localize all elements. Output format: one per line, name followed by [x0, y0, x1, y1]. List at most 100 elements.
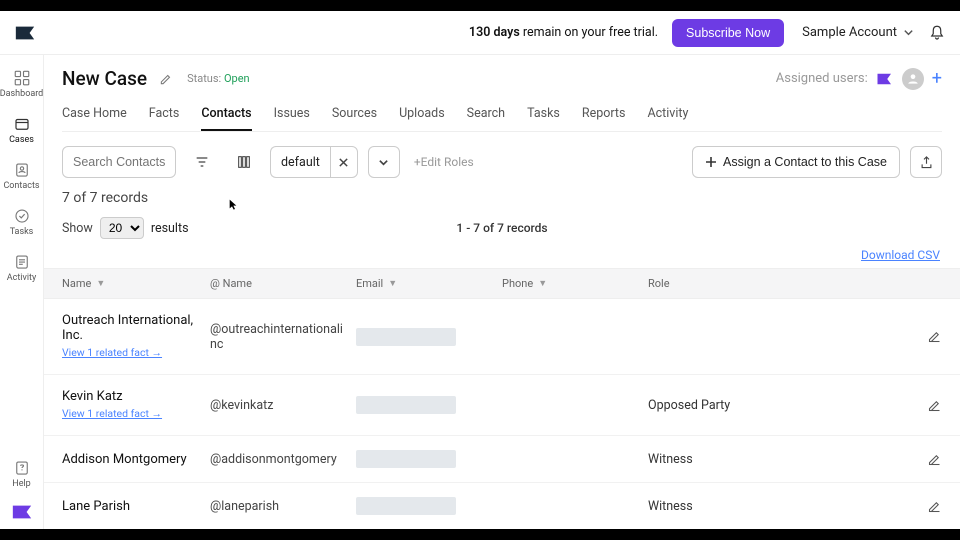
chevron-down-icon	[378, 157, 389, 168]
assigned-avatar[interactable]	[902, 68, 924, 90]
cases-icon	[13, 115, 31, 133]
sidebar-item-label: Dashboard	[0, 89, 43, 99]
results-suffix: results	[151, 221, 189, 236]
contact-name[interactable]: Outreach International, Inc.	[62, 313, 210, 343]
download-csv-link[interactable]: Download CSV	[861, 248, 940, 262]
sidebar-item-label: Cases	[9, 135, 34, 145]
tab-search[interactable]: Search	[467, 100, 505, 131]
filter-button[interactable]	[186, 146, 218, 178]
app-logo	[14, 22, 36, 44]
edit-row-button[interactable]	[927, 499, 942, 514]
contact-handle: @kevinkatz	[210, 398, 356, 413]
dashboard-icon	[13, 69, 31, 87]
table-row: Lane Parish@laneparish Witness	[44, 483, 960, 530]
contacts-icon	[13, 161, 31, 179]
edit-roles-link[interactable]: +Edit Roles	[414, 155, 474, 169]
tab-facts[interactable]: Facts	[149, 100, 180, 131]
notifications-icon[interactable]	[928, 24, 946, 42]
email-redacted	[356, 497, 456, 515]
col-email[interactable]: Email▼	[356, 277, 502, 290]
edit-title-button[interactable]	[159, 72, 173, 86]
columns-icon	[236, 154, 252, 170]
edit-row-button[interactable]	[927, 329, 942, 344]
sidebar-item-activity[interactable]: Activity	[0, 249, 43, 287]
contact-name[interactable]: Kevin Katz	[62, 389, 210, 404]
table-row: Outreach International, Inc. View 1 relat…	[44, 299, 960, 375]
edit-row-button[interactable]	[927, 398, 942, 413]
tabs: Case Home Facts Contacts Issues Sources …	[62, 100, 942, 132]
cursor-icon	[229, 199, 237, 211]
edit-row-button[interactable]	[927, 452, 942, 467]
tab-reports[interactable]: Reports	[582, 100, 626, 131]
tab-contacts[interactable]: Contacts	[201, 100, 251, 131]
view-pill-label[interactable]: default	[270, 146, 330, 178]
col-phone[interactable]: Phone▼	[502, 277, 648, 290]
sidebar-item-contacts[interactable]: Contacts	[0, 157, 43, 195]
status: Status: Open	[187, 72, 250, 85]
topbar: 130 days remain on your free trial. Subs…	[0, 11, 960, 55]
assigned-label: Assigned users:	[776, 71, 868, 86]
sidebar-item-label: Contacts	[3, 181, 39, 191]
sidebar-item-label: Help	[12, 479, 30, 489]
trial-days: 130 days	[469, 25, 520, 40]
contact-handle: @laneparish	[210, 499, 356, 514]
sidebar-item-help[interactable]: Help	[0, 455, 43, 493]
contact-name[interactable]: Lane Parish	[62, 499, 210, 514]
col-name[interactable]: Name▼	[62, 277, 210, 290]
tab-uploads[interactable]: Uploads	[399, 100, 445, 131]
view-pill-close[interactable]	[330, 146, 358, 178]
sidebar-item-label: Tasks	[10, 227, 34, 237]
toolbar: default +Edit Roles Assign a Contact to …	[44, 132, 960, 188]
assign-contact-label: Assign a Contact to this Case	[723, 155, 887, 169]
sidebar-item-dashboard[interactable]: Dashboard	[0, 65, 43, 103]
tasks-icon	[13, 207, 31, 225]
email-redacted	[356, 328, 456, 346]
contact-handle: @outreachinternationalinc	[210, 322, 356, 352]
plus-icon	[705, 156, 717, 168]
status-key: Status:	[187, 72, 221, 85]
contact-role: Opposed Party	[648, 398, 902, 413]
contacts-table: Name▼ @ Name Email▼ Phone▼ Role Outreach…	[44, 268, 960, 540]
subscribe-button[interactable]: Subscribe Now	[672, 19, 784, 47]
table-header: Name▼ @ Name Email▼ Phone▼ Role	[44, 268, 960, 299]
add-assigned-user[interactable]: +	[932, 68, 942, 89]
tab-case-home[interactable]: Case Home	[62, 100, 127, 131]
pencil-icon	[927, 499, 942, 514]
pencil-icon	[927, 452, 942, 467]
sort-icon: ▼	[538, 278, 547, 289]
related-fact-link[interactable]: View 1 related fact →	[62, 407, 162, 420]
tab-activity[interactable]: Activity	[647, 100, 688, 131]
tab-tasks[interactable]: Tasks	[527, 100, 560, 131]
account-menu[interactable]: Sample Account	[802, 25, 914, 40]
assigned-users: Assigned users: +	[776, 68, 942, 90]
view-dropdown[interactable]	[368, 146, 400, 178]
assign-contact-button[interactable]: Assign a Contact to this Case	[692, 146, 900, 178]
tab-issues[interactable]: Issues	[274, 100, 310, 131]
filter-icon	[194, 154, 210, 170]
close-icon	[338, 157, 349, 168]
col-at-name[interactable]: @ Name	[210, 277, 356, 290]
sort-icon: ▼	[96, 278, 105, 289]
records-count: 7 of 7 records	[44, 188, 960, 216]
contact-name[interactable]: Addison Montgomery	[62, 452, 210, 467]
export-button[interactable]	[910, 146, 942, 178]
sidebar: Dashboard Cases Contacts Tasks Activity	[0, 55, 44, 529]
col-role[interactable]: Role	[648, 277, 902, 290]
sort-icon: ▼	[388, 278, 397, 289]
search-input[interactable]	[62, 146, 176, 178]
view-pill: default	[270, 146, 358, 178]
case-title: New Case	[62, 67, 147, 90]
person-icon	[906, 72, 920, 86]
contact-role: Witness	[648, 452, 902, 467]
related-fact-link[interactable]: View 1 related fact →	[62, 346, 162, 359]
contact-role: Witness	[648, 499, 902, 514]
pencil-icon	[927, 398, 942, 413]
tab-sources[interactable]: Sources	[332, 100, 377, 131]
help-icon	[13, 459, 31, 477]
columns-button[interactable]	[228, 146, 260, 178]
sidebar-item-tasks[interactable]: Tasks	[0, 203, 43, 241]
sidebar-item-cases[interactable]: Cases	[0, 111, 43, 149]
pager-text: 1 - 7 of 7 records	[456, 221, 547, 235]
page-size-select[interactable]: 20	[100, 217, 144, 239]
pencil-icon	[159, 72, 173, 86]
